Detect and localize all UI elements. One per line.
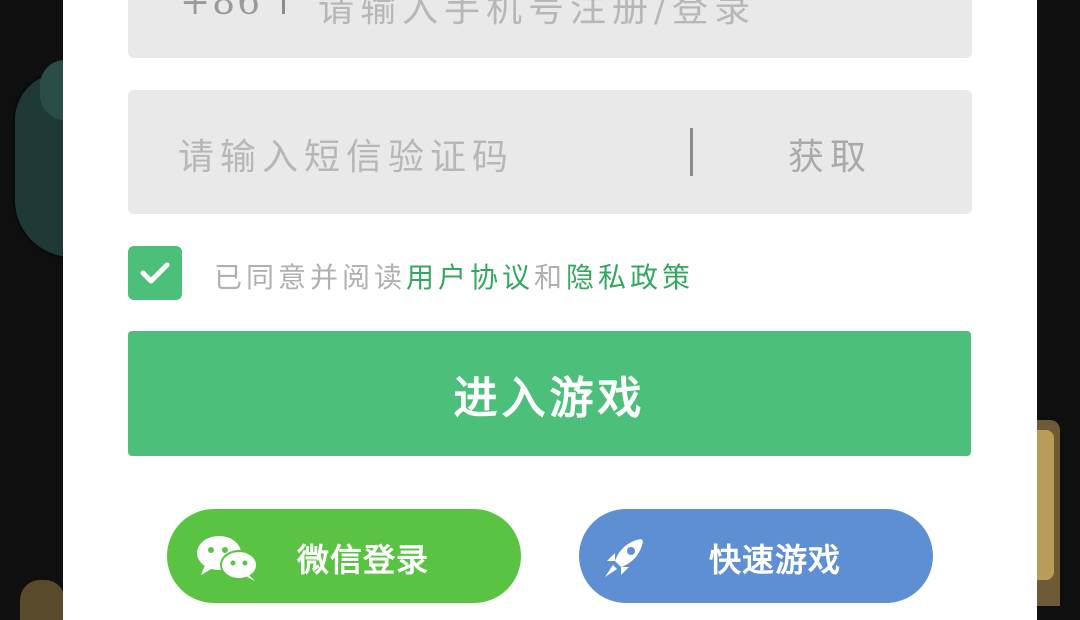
quick-game-button[interactable]: 快速游戏	[579, 509, 933, 603]
check-icon	[140, 262, 170, 284]
divider	[690, 128, 693, 176]
sms-code-placeholder: 请输入短信验证码	[178, 137, 515, 178]
divider	[282, 0, 285, 14]
rocket-icon	[605, 539, 643, 577]
agreement-checkbox[interactable]	[128, 246, 182, 300]
wechat-icon	[197, 536, 258, 581]
wechat-login-button[interactable]: 微信登录	[167, 509, 521, 603]
wechat-login-label: 微信登录	[297, 541, 430, 579]
phone-field[interactable]: +86 请输入手机号注册/登录	[128, 0, 972, 58]
background-art	[20, 580, 65, 620]
agreement-row: 已同意并阅读用户协议和隐私政策	[128, 246, 828, 300]
phone-placeholder: 请输入手机号注册/登录	[318, 0, 757, 30]
agreement-text: 已同意并阅读用户协议和隐私政策	[214, 256, 694, 296]
enter-game-button[interactable]: 进入游戏	[128, 331, 971, 456]
user-agreement-link[interactable]: 用户协议	[406, 261, 534, 294]
agreement-prefix: 已同意并阅读	[214, 261, 407, 294]
get-code-button[interactable]: 获取	[788, 128, 872, 180]
sms-code-field[interactable]: 请输入短信验证码 获取	[128, 90, 972, 214]
privacy-policy-link[interactable]: 隐私政策	[566, 261, 694, 294]
country-code[interactable]: +86	[180, 0, 262, 23]
quick-game-label: 快速游戏	[709, 541, 842, 579]
agreement-and: 和	[534, 261, 567, 294]
